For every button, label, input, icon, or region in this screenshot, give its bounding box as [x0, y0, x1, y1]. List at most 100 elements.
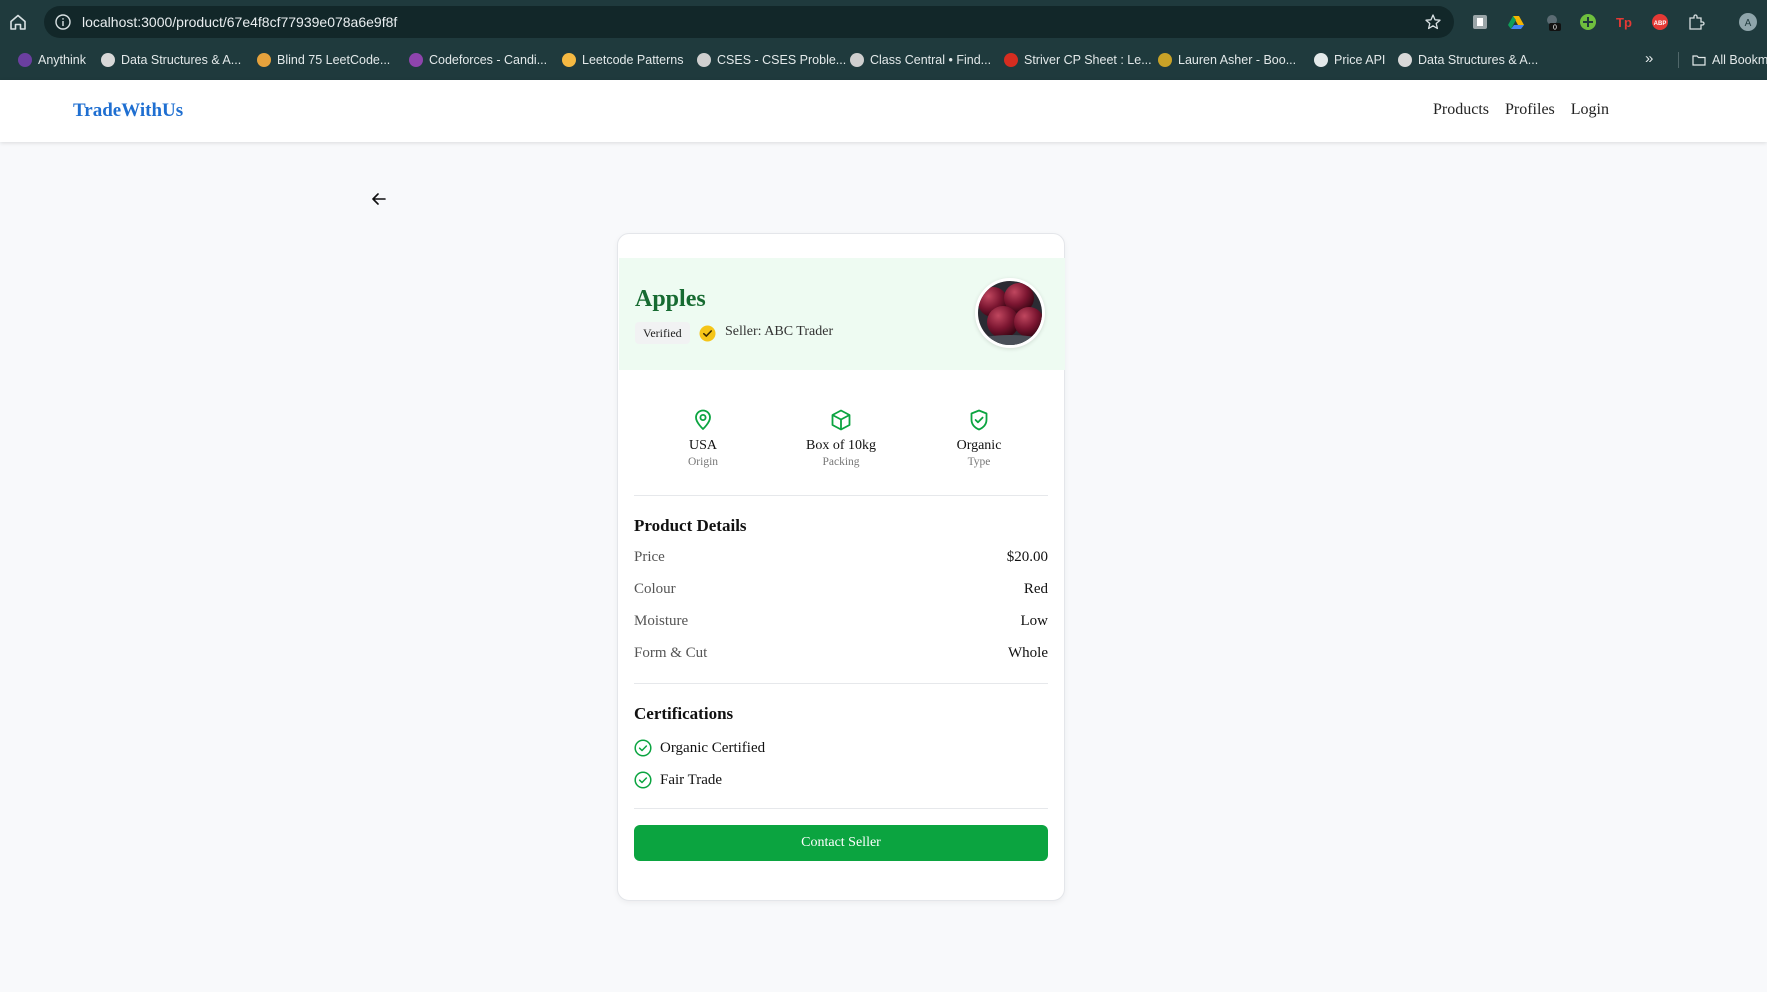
- more-bookmarks-button[interactable]: »: [1645, 50, 1653, 70]
- address-bar[interactable]: localhost:3000/product/67e4f8cf77939e078…: [44, 6, 1454, 38]
- url-text[interactable]: localhost:3000/product/67e4f8cf77939e078…: [82, 14, 397, 30]
- bookmark-favicon-icon: [1398, 53, 1412, 67]
- bookmark-favicon-icon: [18, 53, 32, 67]
- detail-value: Red: [1023, 581, 1048, 597]
- detail-value: $20.00: [1006, 549, 1048, 565]
- certification-item: Fair Trade: [634, 769, 722, 791]
- browser-chrome: localhost:3000/product/67e4f8cf77939e078…: [0, 0, 1767, 80]
- bookmark-item[interactable]: CSES - CSES Proble...: [697, 50, 846, 70]
- svg-text:A: A: [1745, 18, 1752, 29]
- bookmark-item[interactable]: Lauren Asher - Boo...: [1158, 50, 1296, 70]
- bookmark-label: Class Central • Find...: [870, 53, 992, 67]
- contact-seller-button[interactable]: Contact Seller: [634, 825, 1048, 861]
- bookmark-item[interactable]: Price API: [1314, 50, 1385, 70]
- bookmark-item[interactable]: Leetcode Patterns: [562, 50, 683, 70]
- attribute-label: Type: [967, 456, 991, 468]
- adblock-icon[interactable]: ABP: [1651, 13, 1669, 31]
- bookmark-item[interactable]: Data Structures & A...: [101, 50, 241, 70]
- certification-item: Organic Certified: [634, 737, 765, 759]
- verified-badge: Verified: [635, 322, 690, 344]
- bookmark-favicon-icon: [101, 53, 115, 67]
- detail-key: Moisture: [634, 613, 689, 629]
- bookmark-label: Data Structures & A...: [121, 53, 242, 67]
- bookmark-item[interactable]: Class Central • Find...: [850, 50, 991, 70]
- detail-row-form-cut: Form & Cut Whole: [634, 645, 1048, 667]
- bookmark-label: Price API: [1334, 53, 1386, 67]
- extension-icon[interactable]: [1471, 13, 1489, 31]
- bookmark-item[interactable]: Codeforces - Candi...: [409, 50, 547, 70]
- add-extension-icon[interactable]: [1579, 13, 1597, 31]
- svg-text:ABP: ABP: [1654, 21, 1667, 27]
- extension-badge-icon[interactable]: 0: [1543, 13, 1561, 32]
- bookmark-favicon-icon: [257, 53, 271, 67]
- nav-links: Products Profiles Login: [1433, 101, 1609, 119]
- bookmark-item[interactable]: Anythink: [18, 50, 86, 70]
- bookmark-favicon-icon: [409, 53, 423, 67]
- site-info-icon[interactable]: [54, 13, 72, 31]
- product-details-heading: Product Details: [634, 516, 747, 535]
- svg-text:Tp: Tp: [1616, 15, 1632, 30]
- bookmark-label: Striver CP Sheet : Le...: [1024, 53, 1152, 67]
- bookmark-label: CSES - CSES Proble...: [717, 53, 847, 67]
- attribute-value: USA: [688, 438, 717, 453]
- bookmark-favicon-icon: [697, 53, 711, 67]
- product-card: Apples Verified Seller: ABC Trader USA O…: [617, 233, 1065, 901]
- back-arrow-icon[interactable]: [370, 190, 388, 208]
- nav-profiles-link[interactable]: Profiles: [1505, 101, 1555, 119]
- bookmarks-divider: [1678, 52, 1679, 68]
- extensions-puzzle-icon[interactable]: [1687, 13, 1705, 31]
- bookmark-favicon-icon: [1004, 53, 1018, 67]
- bookmark-item[interactable]: Blind 75 LeetCode...: [257, 50, 390, 70]
- profile-avatar[interactable]: A: [1739, 13, 1757, 31]
- certification-label: Organic Certified: [660, 739, 766, 756]
- bookmarks-bar: » All Bookm Anythink Data Structures & A.…: [0, 48, 1767, 72]
- bookmark-label: Blind 75 LeetCode...: [277, 53, 391, 67]
- bookmark-label: Data Structures & A...: [1418, 53, 1539, 67]
- detail-value: Whole: [1008, 645, 1048, 661]
- check-circle-icon: [634, 739, 652, 757]
- attribute-origin: USA Origin: [634, 408, 772, 468]
- drive-icon[interactable]: [1507, 13, 1525, 31]
- section-divider: [634, 808, 1048, 809]
- bookmark-label: Anythink: [38, 53, 86, 67]
- product-image: [975, 278, 1045, 348]
- detail-value: Low: [1020, 613, 1049, 629]
- product-title: Apples: [635, 286, 706, 312]
- bookmark-favicon-icon: [850, 53, 864, 67]
- attribute-label: Origin: [687, 456, 719, 468]
- detail-row-price: Price $20.00: [634, 549, 1048, 571]
- svg-text:0: 0: [1553, 25, 1557, 32]
- all-bookmarks-button[interactable]: All Bookm: [1692, 50, 1767, 70]
- nav-products-link[interactable]: Products: [1433, 101, 1489, 119]
- detail-key: Form & Cut: [634, 645, 708, 661]
- bookmark-favicon-icon: [1158, 53, 1172, 67]
- certification-label: Fair Trade: [660, 771, 723, 788]
- bookmark-star-icon[interactable]: [1424, 13, 1442, 31]
- detail-row-moisture: Moisture Low: [634, 613, 1048, 635]
- bookmark-item[interactable]: Data Structures & A...: [1398, 50, 1538, 70]
- product-header: Apples Verified Seller: ABC Trader: [619, 258, 1065, 370]
- attribute-packing: Box of 10kg Packing: [772, 408, 910, 468]
- seller-name: Seller: ABC Trader: [725, 324, 834, 339]
- attribute-value: Box of 10kg: [806, 438, 876, 453]
- verified-check-icon: [699, 325, 716, 342]
- nav-login-link[interactable]: Login: [1571, 101, 1609, 119]
- folder-icon: [1692, 55, 1706, 66]
- all-bookmarks-label: All Bookm: [1712, 53, 1767, 67]
- section-divider: [634, 683, 1048, 684]
- app-navbar: TradeWithUs Products Profiles Login: [0, 80, 1767, 142]
- bookmark-favicon-icon: [1314, 53, 1328, 67]
- map-pin-icon: [695, 409, 711, 430]
- bookmark-label: Lauren Asher - Boo...: [1178, 53, 1297, 67]
- attribute-label: Packing: [822, 456, 860, 468]
- address-row: localhost:3000/product/67e4f8cf77939e078…: [0, 0, 1767, 44]
- tp-extension-icon[interactable]: Tp: [1615, 13, 1633, 31]
- shield-check-icon: [970, 409, 988, 431]
- home-icon[interactable]: [8, 12, 28, 32]
- box-icon: [831, 409, 851, 431]
- bookmark-favicon-icon: [562, 53, 576, 67]
- detail-key: Price: [634, 549, 665, 565]
- brand-logo[interactable]: TradeWithUs: [73, 100, 183, 122]
- apples-photo: [978, 281, 1042, 345]
- bookmark-item[interactable]: Striver CP Sheet : Le...: [1004, 50, 1152, 70]
